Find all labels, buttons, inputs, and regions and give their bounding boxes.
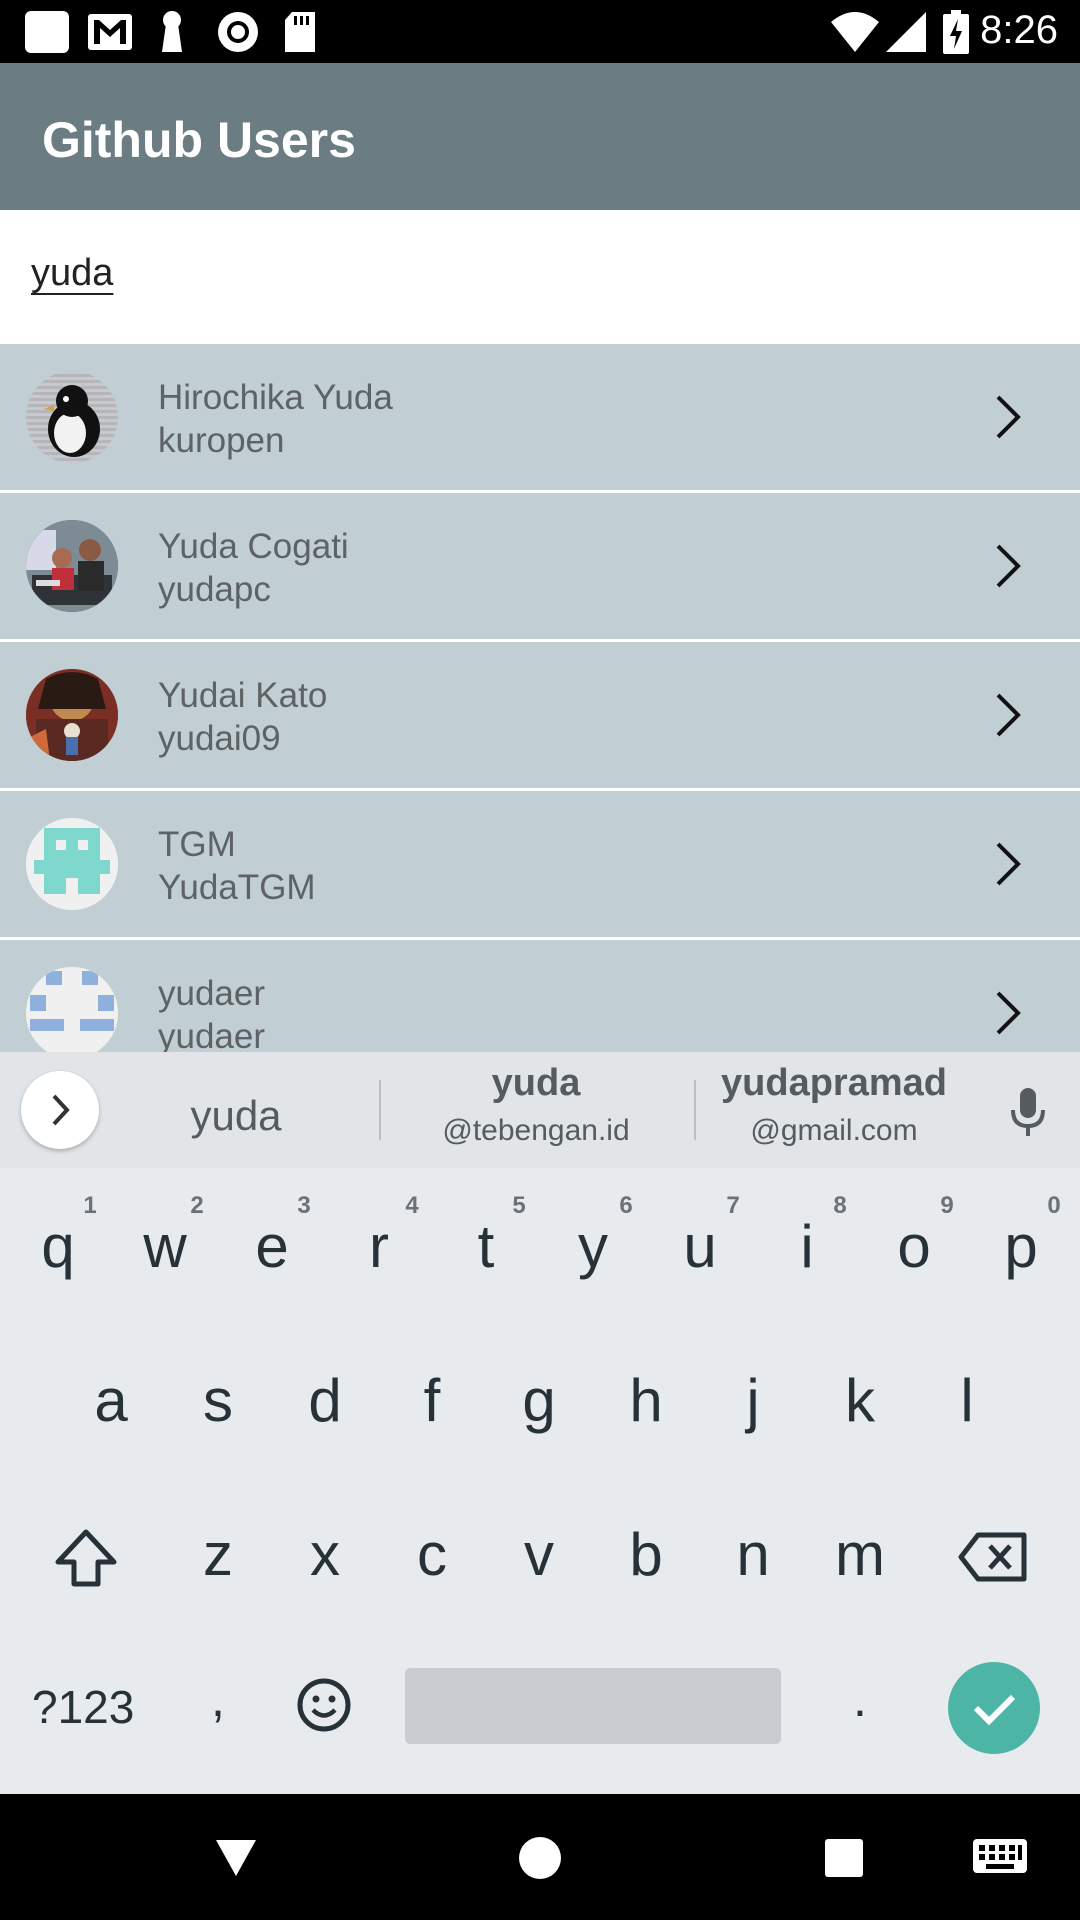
recents-icon[interactable] <box>824 1838 864 1878</box>
key-o[interactable]: o <box>864 1212 964 1281</box>
shift-icon[interactable] <box>54 1528 118 1588</box>
chevron-right-icon <box>996 395 1021 439</box>
done-button[interactable] <box>948 1662 1040 1754</box>
navigation-bar <box>0 1794 1080 1920</box>
key-c[interactable]: c <box>382 1520 482 1589</box>
user-name: TGM <box>158 825 236 864</box>
suggestion-divider <box>694 1080 696 1140</box>
key-period[interactable]: . <box>810 1670 910 1728</box>
backspace-icon[interactable] <box>958 1532 1028 1582</box>
user-name: Yudai Kato <box>158 676 328 715</box>
expand-suggestions-button[interactable] <box>21 1071 99 1149</box>
avatar <box>26 818 118 910</box>
avatar <box>26 520 118 612</box>
keyboard-icon[interactable] <box>972 1838 1028 1878</box>
avatar <box>26 967 118 1052</box>
back-icon[interactable] <box>214 1838 258 1878</box>
key-i[interactable]: i <box>757 1212 857 1281</box>
key-k[interactable]: k <box>810 1366 910 1435</box>
key-r[interactable]: r <box>329 1212 429 1281</box>
key-v[interactable]: v <box>489 1520 589 1589</box>
user-login: yudapc <box>158 570 271 609</box>
key-x[interactable]: x <box>275 1520 375 1589</box>
list-item[interactable]: Yudai Kato yudai09 <box>0 642 1080 788</box>
key-y[interactable]: y <box>543 1212 643 1281</box>
key-f[interactable]: f <box>382 1366 482 1435</box>
record-icon <box>218 12 258 52</box>
key-z[interactable]: z <box>168 1520 268 1589</box>
user-name: Hirochika Yuda <box>158 378 393 417</box>
search-input[interactable]: yuda <box>31 252 113 295</box>
key-q[interactable]: q <box>8 1212 108 1281</box>
home-icon[interactable] <box>518 1836 562 1880</box>
suggestion-2-bottom[interactable]: @tebengan.id <box>442 1114 629 1148</box>
key-s[interactable]: s <box>168 1366 268 1435</box>
user-list: Hirochika Yuda kuropen Yuda Cogati yudap… <box>0 344 1080 1052</box>
key-m[interactable]: m <box>810 1520 910 1589</box>
suggestion-3-top[interactable]: yudapramad <box>721 1062 947 1105</box>
suggestion-divider <box>379 1080 381 1140</box>
user-name: Yuda Cogati <box>158 527 349 566</box>
key-e[interactable]: e <box>222 1212 322 1281</box>
suggestion-1[interactable]: yuda <box>190 1092 281 1140</box>
key-d[interactable]: d <box>275 1366 375 1435</box>
suggestion-bar: yuda yuda @tebengan.id yudapramad @gmail… <box>0 1052 1080 1168</box>
soft-keyboard: yuda yuda @tebengan.id yudapramad @gmail… <box>0 1052 1080 1794</box>
status-time: 8:26 <box>980 8 1058 52</box>
suggestion-2-top[interactable]: yuda <box>492 1062 581 1105</box>
user-login: yudaer <box>158 1017 266 1052</box>
avatar <box>26 371 118 463</box>
symbols-key[interactable]: ?123 <box>32 1680 134 1734</box>
gmail-icon <box>88 14 132 50</box>
status-bar: 8:26 <box>0 0 1080 63</box>
key-w[interactable]: w <box>115 1212 215 1281</box>
checkmark-icon <box>973 1694 1016 1726</box>
sd-card-icon <box>285 12 315 52</box>
microphone-icon[interactable] <box>1008 1086 1048 1138</box>
list-item[interactable]: Hirochika Yuda kuropen <box>0 344 1080 490</box>
key-comma[interactable]: , <box>168 1670 268 1728</box>
suggestion-3-bottom[interactable]: @gmail.com <box>750 1114 917 1148</box>
key-h[interactable]: h <box>596 1366 696 1435</box>
avatar <box>26 669 118 761</box>
signal-icon <box>886 12 926 52</box>
user-login: YudaTGM <box>158 868 316 907</box>
key-b[interactable]: b <box>596 1520 696 1589</box>
keyhole-icon <box>162 11 182 52</box>
key-j[interactable]: j <box>703 1366 803 1435</box>
battery-charging-icon <box>943 10 969 54</box>
chevron-right-icon <box>52 1094 70 1126</box>
list-item[interactable]: yudaer yudaer <box>0 940 1080 1052</box>
chevron-right-icon <box>996 693 1021 737</box>
notification-square-icon <box>25 11 69 53</box>
key-t[interactable]: t <box>436 1212 536 1281</box>
key-a[interactable]: a <box>61 1366 161 1435</box>
key-u[interactable]: u <box>650 1212 750 1281</box>
list-item[interactable]: TGM YudaTGM <box>0 791 1080 937</box>
key-p[interactable]: p <box>971 1212 1071 1281</box>
app-title: Github Users <box>42 112 356 168</box>
user-login: yudai09 <box>158 719 281 758</box>
key-n[interactable]: n <box>703 1520 803 1589</box>
user-name: yudaer <box>158 974 266 1013</box>
chevron-right-icon <box>996 544 1021 588</box>
chevron-right-icon <box>996 842 1021 886</box>
spacebar[interactable] <box>405 1668 781 1744</box>
chevron-right-icon <box>996 991 1021 1035</box>
list-item[interactable]: Yuda Cogati yudapc <box>0 493 1080 639</box>
key-l[interactable]: l <box>917 1366 1017 1435</box>
key-g[interactable]: g <box>489 1366 589 1435</box>
app-bar: Github Users <box>0 63 1080 210</box>
emoji-icon[interactable] <box>296 1677 352 1733</box>
wifi-icon <box>831 12 879 52</box>
search-area: yuda <box>0 210 1080 344</box>
user-login: kuropen <box>158 421 285 460</box>
